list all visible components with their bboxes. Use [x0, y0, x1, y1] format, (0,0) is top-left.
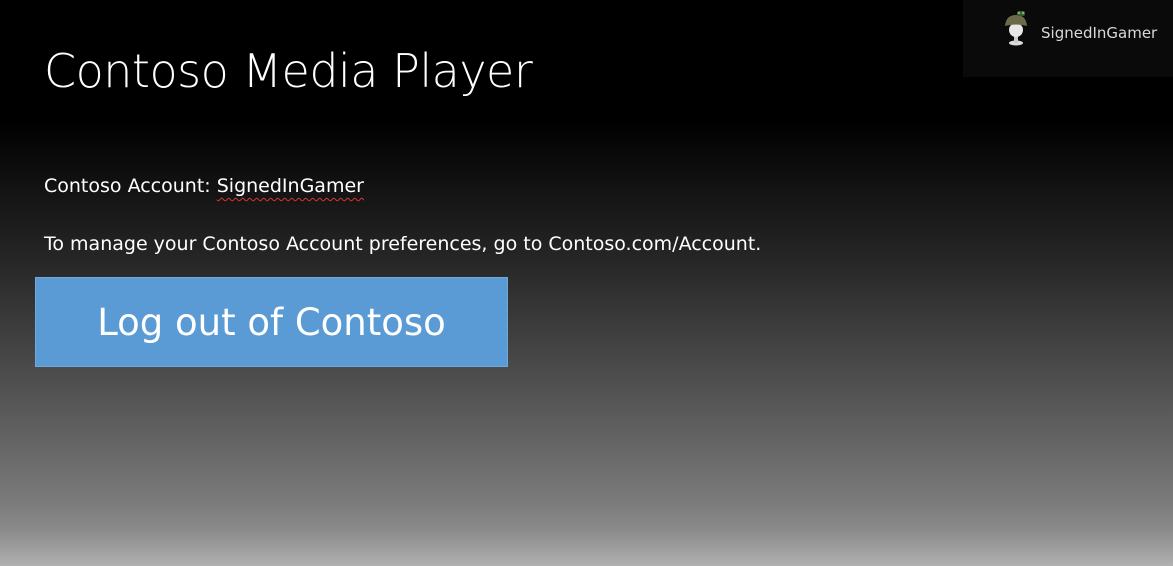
- manage-account-text: To manage your Contoso Account preferenc…: [44, 233, 762, 255]
- account-username: SignedInGamer: [216, 175, 364, 197]
- helmet-avatar-icon: [1005, 11, 1027, 46]
- signed-in-gamer-panel[interactable]: SignedInGamer: [963, 0, 1173, 77]
- account-info: Contoso Account: SignedInGamer: [44, 175, 364, 197]
- page-title: Contoso Media Player: [44, 44, 533, 98]
- logout-button[interactable]: Log out of Contoso: [35, 277, 508, 367]
- gamer-name: SignedInGamer: [1041, 24, 1158, 42]
- account-label: Contoso Account:: [44, 175, 211, 197]
